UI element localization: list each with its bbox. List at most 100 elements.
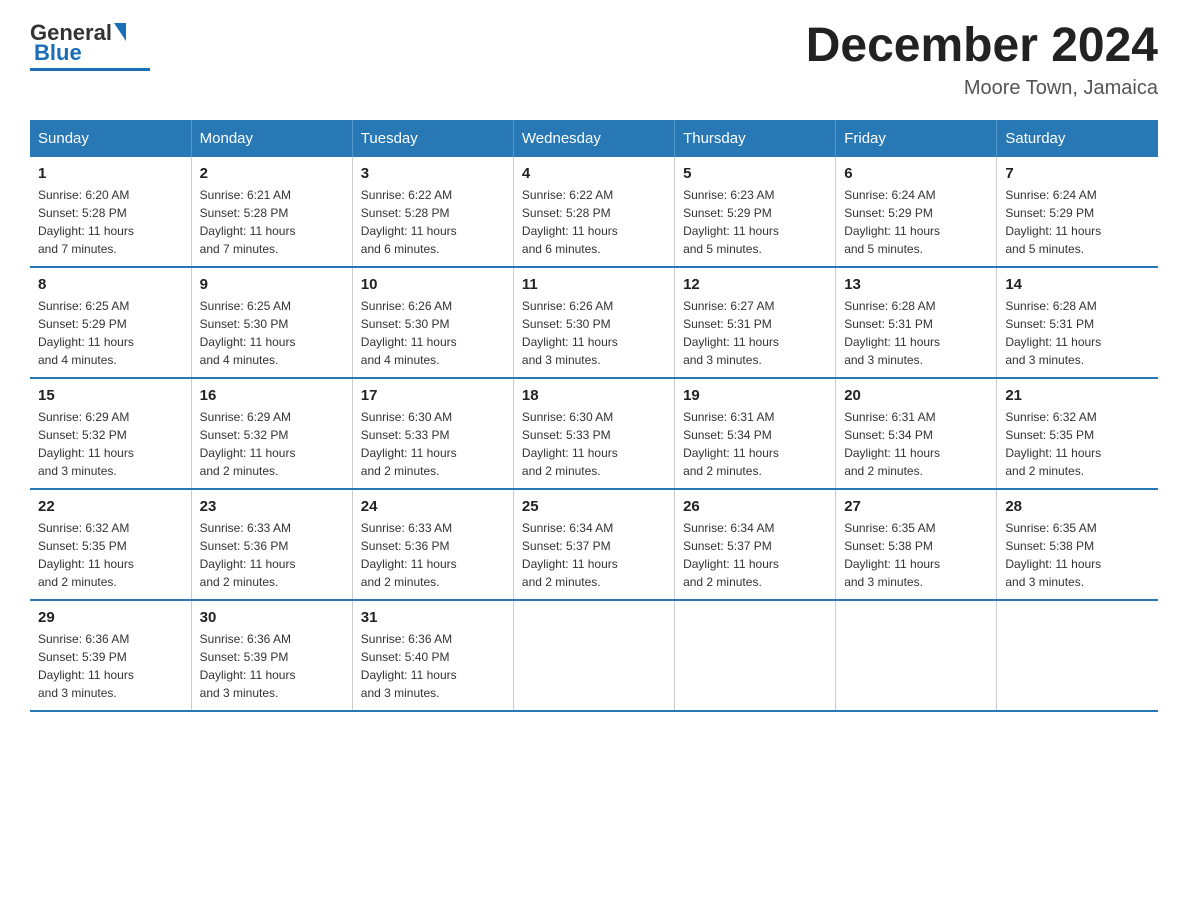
calendar-cell: 17Sunrise: 6:30 AMSunset: 5:33 PMDayligh… <box>352 378 513 489</box>
day-number: 22 <box>38 498 183 515</box>
logo-blue-text: Blue <box>34 40 82 66</box>
day-info: Sunrise: 6:24 AMSunset: 5:29 PMDaylight:… <box>844 186 988 258</box>
day-number: 24 <box>361 498 505 515</box>
day-number: 31 <box>361 609 505 626</box>
day-info: Sunrise: 6:33 AMSunset: 5:36 PMDaylight:… <box>361 519 505 591</box>
day-number: 27 <box>844 498 988 515</box>
calendar-cell: 7 Sunrise: 6:24 AMSunset: 5:29 PMDaylight… <box>997 157 1158 267</box>
day-number: 19 <box>683 387 827 404</box>
title-section: December 2024 Moore Town, Jamaica <box>806 20 1158 100</box>
day-number: 10 <box>361 276 505 293</box>
day-number: 15 <box>38 387 183 404</box>
calendar-cell <box>675 600 836 711</box>
day-number: 30 <box>200 609 344 626</box>
calendar-header-row: SundayMondayTuesdayWednesdayThursdayFrid… <box>30 120 1158 157</box>
calendar-cell: 6 Sunrise: 6:24 AMSunset: 5:29 PMDaylight… <box>836 157 997 267</box>
calendar-cell: 1 Sunrise: 6:20 AMSunset: 5:28 PMDaylight… <box>30 157 191 267</box>
day-info: Sunrise: 6:22 AMSunset: 5:28 PMDaylight:… <box>361 186 505 258</box>
day-info: Sunrise: 6:24 AMSunset: 5:29 PMDaylight:… <box>1005 186 1150 258</box>
day-number: 5 <box>683 165 827 182</box>
day-info: Sunrise: 6:22 AMSunset: 5:28 PMDaylight:… <box>522 186 666 258</box>
column-header-saturday: Saturday <box>997 120 1158 157</box>
calendar-cell <box>997 600 1158 711</box>
calendar-cell: 2 Sunrise: 6:21 AMSunset: 5:28 PMDaylight… <box>191 157 352 267</box>
day-number: 9 <box>200 276 344 293</box>
day-number: 7 <box>1005 165 1150 182</box>
calendar-week-row: 1 Sunrise: 6:20 AMSunset: 5:28 PMDaylight… <box>30 157 1158 267</box>
day-number: 1 <box>38 165 183 182</box>
column-header-friday: Friday <box>836 120 997 157</box>
day-number: 3 <box>361 165 505 182</box>
calendar-cell: 19Sunrise: 6:31 AMSunset: 5:34 PMDayligh… <box>675 378 836 489</box>
day-number: 11 <box>522 276 666 293</box>
day-info: Sunrise: 6:35 AMSunset: 5:38 PMDaylight:… <box>1005 519 1150 591</box>
day-number: 28 <box>1005 498 1150 515</box>
calendar-week-row: 22 Sunrise: 6:32 AMSunset: 5:35 PMDayligh… <box>30 489 1158 600</box>
calendar-cell: 11 Sunrise: 6:26 AMSunset: 5:30 PMDayligh… <box>513 267 674 378</box>
logo-triangle-icon <box>114 23 126 41</box>
calendar-cell: 25Sunrise: 6:34 AMSunset: 5:37 PMDayligh… <box>513 489 674 600</box>
day-info: Sunrise: 6:31 AMSunset: 5:34 PMDaylight:… <box>844 408 988 480</box>
day-info: Sunrise: 6:34 AMSunset: 5:37 PMDaylight:… <box>522 519 666 591</box>
day-number: 6 <box>844 165 988 182</box>
day-number: 13 <box>844 276 988 293</box>
calendar-cell: 8 Sunrise: 6:25 AMSunset: 5:29 PMDaylight… <box>30 267 191 378</box>
calendar-cell: 31 Sunrise: 6:36 AMSunset: 5:40 PMDayligh… <box>352 600 513 711</box>
day-info: Sunrise: 6:20 AMSunset: 5:28 PMDaylight:… <box>38 186 183 258</box>
calendar-cell: 29 Sunrise: 6:36 AMSunset: 5:39 PMDayligh… <box>30 600 191 711</box>
column-header-wednesday: Wednesday <box>513 120 674 157</box>
calendar-cell: 22 Sunrise: 6:32 AMSunset: 5:35 PMDayligh… <box>30 489 191 600</box>
logo: General Blue <box>30 20 150 71</box>
day-info: Sunrise: 6:35 AMSunset: 5:38 PMDaylight:… <box>844 519 988 591</box>
calendar-cell: 9Sunrise: 6:25 AMSunset: 5:30 PMDaylight… <box>191 267 352 378</box>
calendar-week-row: 15 Sunrise: 6:29 AMSunset: 5:32 PMDayligh… <box>30 378 1158 489</box>
day-info: Sunrise: 6:23 AMSunset: 5:29 PMDaylight:… <box>683 186 827 258</box>
column-header-sunday: Sunday <box>30 120 191 157</box>
day-number: 12 <box>683 276 827 293</box>
calendar-cell: 10Sunrise: 6:26 AMSunset: 5:30 PMDayligh… <box>352 267 513 378</box>
calendar-cell: 20Sunrise: 6:31 AMSunset: 5:34 PMDayligh… <box>836 378 997 489</box>
day-number: 2 <box>200 165 344 182</box>
calendar-cell: 4Sunrise: 6:22 AMSunset: 5:28 PMDaylight… <box>513 157 674 267</box>
calendar-cell: 26 Sunrise: 6:34 AMSunset: 5:37 PMDayligh… <box>675 489 836 600</box>
calendar-cell: 30Sunrise: 6:36 AMSunset: 5:39 PMDayligh… <box>191 600 352 711</box>
month-title: December 2024 <box>806 20 1158 73</box>
calendar-cell: 24 Sunrise: 6:33 AMSunset: 5:36 PMDayligh… <box>352 489 513 600</box>
day-number: 18 <box>522 387 666 404</box>
calendar-cell: 23Sunrise: 6:33 AMSunset: 5:36 PMDayligh… <box>191 489 352 600</box>
day-number: 21 <box>1005 387 1150 404</box>
day-info: Sunrise: 6:21 AMSunset: 5:28 PMDaylight:… <box>200 186 344 258</box>
location-subtitle: Moore Town, Jamaica <box>806 77 1158 100</box>
day-info: Sunrise: 6:36 AMSunset: 5:40 PMDaylight:… <box>361 630 505 702</box>
day-info: Sunrise: 6:29 AMSunset: 5:32 PMDaylight:… <box>200 408 344 480</box>
calendar-cell: 16 Sunrise: 6:29 AMSunset: 5:32 PMDayligh… <box>191 378 352 489</box>
day-number: 16 <box>200 387 344 404</box>
calendar-cell <box>513 600 674 711</box>
day-info: Sunrise: 6:26 AMSunset: 5:30 PMDaylight:… <box>522 297 666 369</box>
day-number: 17 <box>361 387 505 404</box>
column-header-thursday: Thursday <box>675 120 836 157</box>
day-number: 14 <box>1005 276 1150 293</box>
day-info: Sunrise: 6:30 AMSunset: 5:33 PMDaylight:… <box>522 408 666 480</box>
calendar-cell: 5 Sunrise: 6:23 AMSunset: 5:29 PMDaylight… <box>675 157 836 267</box>
day-info: Sunrise: 6:32 AMSunset: 5:35 PMDaylight:… <box>38 519 183 591</box>
day-info: Sunrise: 6:33 AMSunset: 5:36 PMDaylight:… <box>200 519 344 591</box>
calendar-cell <box>836 600 997 711</box>
calendar-cell: 3 Sunrise: 6:22 AMSunset: 5:28 PMDaylight… <box>352 157 513 267</box>
day-info: Sunrise: 6:36 AMSunset: 5:39 PMDaylight:… <box>38 630 183 702</box>
day-info: Sunrise: 6:28 AMSunset: 5:31 PMDaylight:… <box>844 297 988 369</box>
day-number: 29 <box>38 609 183 626</box>
day-info: Sunrise: 6:25 AMSunset: 5:29 PMDaylight:… <box>38 297 183 369</box>
day-info: Sunrise: 6:32 AMSunset: 5:35 PMDaylight:… <box>1005 408 1150 480</box>
day-number: 8 <box>38 276 183 293</box>
day-info: Sunrise: 6:34 AMSunset: 5:37 PMDaylight:… <box>683 519 827 591</box>
calendar-cell: 13 Sunrise: 6:28 AMSunset: 5:31 PMDayligh… <box>836 267 997 378</box>
day-info: Sunrise: 6:27 AMSunset: 5:31 PMDaylight:… <box>683 297 827 369</box>
logo-underline <box>30 68 150 71</box>
calendar-week-row: 29 Sunrise: 6:36 AMSunset: 5:39 PMDayligh… <box>30 600 1158 711</box>
calendar-cell: 28 Sunrise: 6:35 AMSunset: 5:38 PMDayligh… <box>997 489 1158 600</box>
day-number: 26 <box>683 498 827 515</box>
column-header-tuesday: Tuesday <box>352 120 513 157</box>
calendar-table: SundayMondayTuesdayWednesdayThursdayFrid… <box>30 120 1158 712</box>
page-header: General Blue December 2024 Moore Town, J… <box>30 20 1158 100</box>
